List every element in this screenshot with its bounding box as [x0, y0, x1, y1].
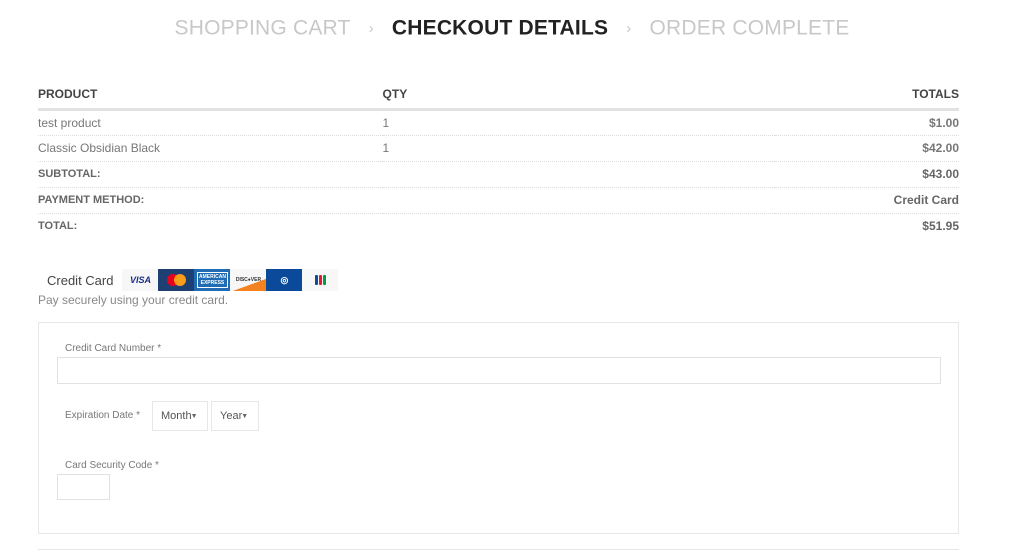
mastercard-icon	[158, 269, 195, 291]
caret-down-icon: ▼	[241, 412, 249, 420]
payment-method-row: PAYMENT METHOD: Credit Card	[38, 187, 959, 214]
product-qty: 1	[382, 109, 775, 136]
discover-icon: DISC●VER	[230, 269, 267, 291]
section-divider	[38, 549, 959, 550]
payment-method-value: Credit Card	[774, 187, 959, 214]
visa-icon: VISA	[122, 269, 159, 291]
caret-down-icon: ▼	[190, 412, 198, 420]
expiration-year-select[interactable]: Year ▼	[211, 401, 259, 431]
breadcrumb-checkout-details: CHECKOUT DETAILS	[391, 16, 609, 40]
table-row: test product 1 $1.00	[38, 109, 959, 136]
expiration-month-select[interactable]: Month ▼	[152, 401, 208, 431]
amex-icon: AMERICAN EXPRESS	[194, 269, 231, 291]
subtotal-row: SUBTOTAL: $43.00	[38, 161, 959, 188]
month-value: Month	[161, 410, 192, 422]
security-code-input[interactable]	[57, 474, 110, 500]
total-row: TOTAL: $51.95	[38, 213, 959, 239]
header-qty: QTY	[382, 80, 775, 111]
total-value: $51.95	[922, 219, 959, 234]
header-totals: TOTALS	[774, 80, 959, 111]
jcb-icon	[302, 269, 339, 291]
product-total: $42.00	[774, 135, 959, 162]
product-qty: 1	[382, 135, 775, 162]
security-code-label: Card Security Code *	[65, 460, 159, 471]
payment-method-label: PAYMENT METHOD:	[38, 187, 775, 214]
year-value: Year	[220, 410, 243, 422]
card-number-label: Credit Card Number *	[65, 343, 162, 354]
card-icons: VISA AMERICAN EXPRESS DISC●VER ◎	[122, 269, 339, 291]
subtotal-value: $43.00	[774, 161, 959, 188]
expiration-date-label: Expiration Date *	[65, 410, 141, 421]
header-product: PRODUCT	[38, 80, 383, 111]
checkout-breadcrumb: SHOPPING CART › CHECKOUT DETAILS › ORDER…	[0, 16, 1024, 40]
card-number-input[interactable]	[57, 357, 941, 384]
table-row: Classic Obsidian Black 1 $42.00	[38, 135, 959, 162]
product-total: $1.00	[774, 109, 959, 136]
product-name: Classic Obsidian Black	[38, 135, 383, 162]
breadcrumb-order-complete: ORDER COMPLETE	[649, 16, 850, 40]
product-name: test product	[38, 109, 383, 136]
payment-method-title: Credit Card	[47, 272, 114, 288]
diners-club-icon: ◎	[266, 269, 303, 291]
credit-card-form: Credit Card Number * Expiration Date * M…	[38, 322, 959, 534]
order-review-table: PRODUCT QTY TOTALS test product 1 $1.00 …	[38, 80, 959, 239]
breadcrumb-chevron-icon: ›	[626, 19, 632, 37]
breadcrumb-shopping-cart[interactable]: SHOPPING CART	[175, 16, 351, 39]
total-label: TOTAL:	[38, 220, 78, 233]
subtotal-label: SUBTOTAL:	[38, 161, 775, 188]
payment-description: Pay securely using your credit card.	[38, 293, 229, 307]
breadcrumb-chevron-icon: ›	[368, 19, 374, 37]
table-header-row: PRODUCT QTY TOTALS	[38, 80, 959, 111]
payment-method-header[interactable]: Credit Card VISA AMERICAN EXPRESS DISC●VE…	[47, 269, 339, 291]
